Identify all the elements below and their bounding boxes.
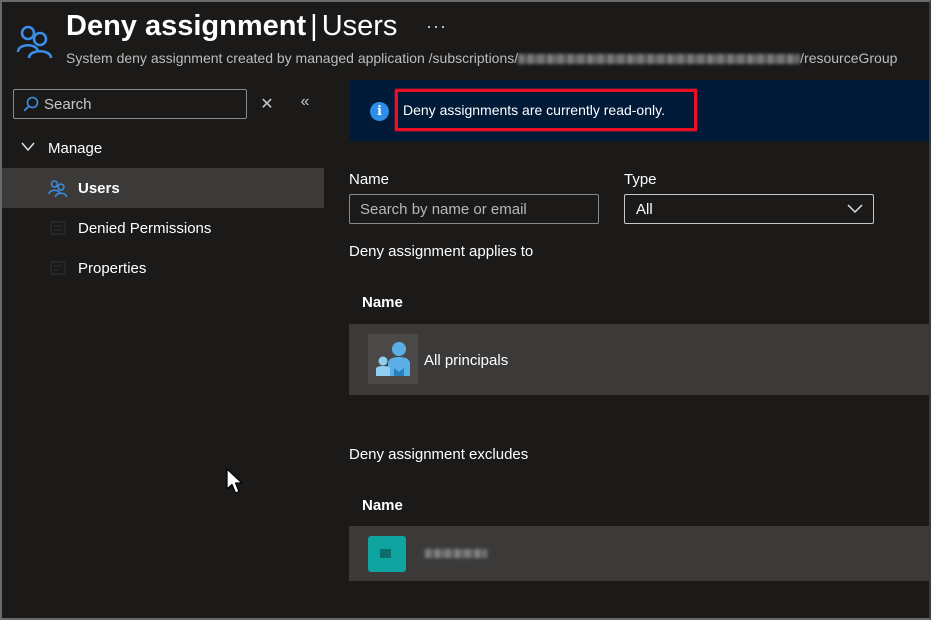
applies-to-title: Deny assignment applies to bbox=[349, 243, 534, 260]
table-row[interactable] bbox=[349, 526, 929, 581]
excludes-column-name: Name bbox=[362, 497, 403, 514]
sidebar-item-denied-permissions[interactable]: Denied Permissions bbox=[2, 208, 324, 248]
highlight-box: Deny assignments are currently read-only… bbox=[395, 89, 697, 131]
type-dropdown-value: All bbox=[636, 201, 653, 218]
properties-icon bbox=[50, 261, 66, 275]
redacted-subscription-id bbox=[518, 54, 801, 65]
page-title-main: Deny assignment bbox=[66, 10, 307, 42]
sidebar-item-label: Users bbox=[78, 180, 120, 197]
managed-app-icon bbox=[368, 536, 406, 572]
page-subtitle: System deny assignment created by manage… bbox=[66, 50, 897, 66]
sidebar-search[interactable] bbox=[13, 89, 247, 119]
nav-group-label: Manage bbox=[48, 140, 103, 157]
all-principals-icon-tile bbox=[368, 334, 418, 384]
type-dropdown[interactable]: All bbox=[624, 194, 874, 224]
name-search-input[interactable] bbox=[349, 194, 599, 224]
row-label: All principals bbox=[424, 352, 509, 369]
page-title: Deny assignment | Users bbox=[66, 10, 397, 43]
sidebar-item-label: Properties bbox=[78, 260, 147, 277]
all-principals-icon bbox=[376, 342, 410, 376]
users-icon bbox=[48, 180, 68, 197]
collapse-sidebar-icon[interactable]: « bbox=[296, 93, 314, 111]
chevron-down-icon bbox=[847, 204, 863, 214]
excludes-title: Deny assignment excludes bbox=[349, 446, 529, 463]
info-icon: i bbox=[370, 102, 389, 121]
applies-to-column-name: Name bbox=[362, 294, 403, 311]
permissions-icon bbox=[50, 221, 66, 235]
portal-window: Deny assignment | Users ··· System deny as… bbox=[0, 0, 931, 620]
blade-header: Deny assignment | Users ··· System deny as… bbox=[2, 2, 929, 78]
clear-search-icon[interactable]: ✕ bbox=[260, 94, 274, 113]
search-icon bbox=[23, 96, 39, 112]
subtitle-suffix: /resourceGroup bbox=[800, 50, 898, 66]
users-icon bbox=[16, 25, 53, 59]
banner-message: Deny assignments are currently read-only… bbox=[403, 102, 665, 118]
more-options-button[interactable]: ··· bbox=[426, 16, 447, 37]
name-filter-label: Name bbox=[349, 171, 390, 188]
sidebar-item-properties[interactable]: Properties bbox=[2, 248, 324, 288]
sidebar-item-label: Denied Permissions bbox=[78, 220, 212, 237]
search-input[interactable] bbox=[44, 93, 240, 115]
nav-group-manage[interactable]: Manage bbox=[2, 136, 324, 164]
sidebar-item-users[interactable]: Users bbox=[2, 168, 324, 208]
page-title-separator: | bbox=[310, 10, 318, 42]
info-banner: i Deny assignments are currently read-on… bbox=[349, 80, 929, 141]
redacted-name bbox=[425, 549, 487, 558]
chevron-down-icon bbox=[21, 142, 35, 152]
sidebar: ✕ « Manage Users Denied Permissions bbox=[2, 80, 324, 618]
type-filter-label: Type bbox=[624, 171, 657, 188]
page-title-sub: Users bbox=[321, 10, 398, 42]
subtitle-prefix: System deny assignment created by manage… bbox=[66, 50, 519, 66]
mouse-pointer-icon bbox=[226, 468, 243, 494]
main-content: i Deny assignments are currently read-on… bbox=[324, 80, 929, 618]
table-row[interactable]: All principals bbox=[349, 324, 929, 395]
